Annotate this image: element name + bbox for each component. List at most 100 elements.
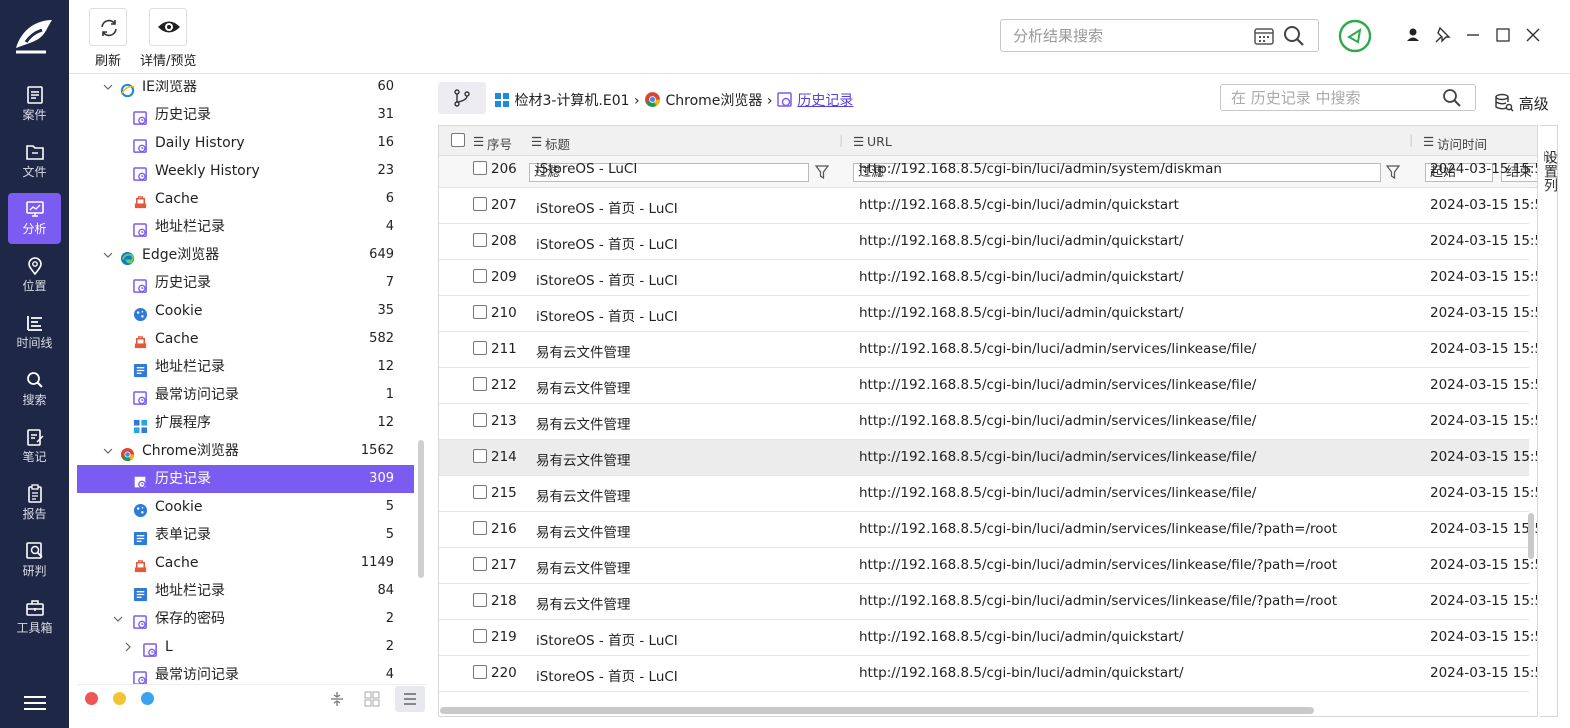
breadcrumb-current[interactable]: 历史记录 xyxy=(797,93,853,109)
column-divider[interactable]: | xyxy=(1409,132,1413,147)
chevron-down-icon[interactable] xyxy=(103,82,113,92)
table-row[interactable]: 210 iStoreOS - 首页 - LuCI http://192.168.8.… xyxy=(439,296,1537,332)
minimize-icon[interactable] xyxy=(1462,24,1484,46)
table-row[interactable]: 209 iStoreOS - 首页 - LuCI http://192.168.8.… xyxy=(439,260,1537,296)
chevron-down-icon[interactable] xyxy=(103,250,113,260)
column-divider[interactable]: | xyxy=(839,132,843,147)
tree-item[interactable]: Cookie 35 xyxy=(77,297,414,325)
nav-item-note[interactable]: 笔记 xyxy=(8,421,61,472)
tree-item[interactable]: 表单记录 5 xyxy=(77,521,414,549)
nav-item-research[interactable]: 研判 xyxy=(8,535,61,586)
close-icon[interactable] xyxy=(1522,24,1544,46)
nav-item-timeline[interactable]: 时间线 xyxy=(8,307,61,358)
nav-item-analysis[interactable]: 分析 xyxy=(8,193,61,244)
table-row[interactable]: 219 iStoreOS - 首页 - LuCI http://192.168.8.… xyxy=(439,620,1537,656)
table-row[interactable]: 207 iStoreOS - 首页 - LuCI http://192.168.8.… xyxy=(439,188,1537,224)
search-icon[interactable] xyxy=(1283,25,1305,47)
column-menu-icon[interactable]: ☰ xyxy=(853,134,864,149)
nav-item-case[interactable]: 案件 xyxy=(8,79,61,130)
column-menu-icon[interactable]: ☰ xyxy=(1423,134,1434,149)
collapse-all-icon[interactable] xyxy=(327,689,347,709)
history-search-input[interactable] xyxy=(1220,84,1476,111)
table-row[interactable]: 213 易有云文件管理 http://192.168.8.5/cgi-bin/luc… xyxy=(439,404,1537,440)
table-row[interactable]: 217 易有云文件管理 http://192.168.8.5/cgi-bin/luc… xyxy=(439,548,1537,584)
table-row[interactable]: 206 iStoreOS - LuCI http://192.168.8.5/cgi… xyxy=(439,152,1537,188)
details-preview-button[interactable]: 详情/预览 xyxy=(140,8,196,69)
menu-icon[interactable] xyxy=(24,694,46,712)
search-icon[interactable] xyxy=(1442,88,1462,108)
row-checkbox[interactable] xyxy=(473,305,487,319)
row-checkbox[interactable] xyxy=(473,521,487,535)
tree-item[interactable]: 历史记录 31 xyxy=(77,101,414,129)
tree-item[interactable]: 历史记录 309 xyxy=(77,465,414,493)
advanced-search-button[interactable]: 高级 xyxy=(1494,89,1549,114)
tree-item[interactable]: Edge浏览器 649 xyxy=(77,241,414,269)
settings-columns-label[interactable]: 设置列 xyxy=(1541,150,1558,197)
table-row[interactable]: 214 易有云文件管理 http://192.168.8.5/cgi-bin/luc… xyxy=(439,440,1537,476)
column-header-seq[interactable]: 序号 xyxy=(487,134,512,153)
tree-item[interactable]: Cache 582 xyxy=(77,325,414,353)
maximize-icon[interactable] xyxy=(1492,24,1514,46)
row-checkbox[interactable] xyxy=(473,233,487,247)
tree-item[interactable]: 扩展程序 12 xyxy=(77,409,414,437)
row-checkbox[interactable] xyxy=(473,269,487,283)
red-tag-dot[interactable] xyxy=(85,692,98,705)
tree-item[interactable]: 地址栏记录 4 xyxy=(77,213,414,241)
column-header-time[interactable]: 访问时间 xyxy=(1437,134,1487,153)
nav-item-toolbox[interactable]: 工具箱 xyxy=(8,592,61,643)
table-row[interactable]: 218 易有云文件管理 http://192.168.8.5/cgi-bin/luc… xyxy=(439,584,1537,620)
tree-item[interactable]: 历史记录 7 xyxy=(77,269,414,297)
tree-item[interactable]: Weekly History 23 xyxy=(77,157,414,185)
row-checkbox[interactable] xyxy=(473,377,487,391)
row-checkbox[interactable] xyxy=(473,197,487,211)
nav-item-search[interactable]: 搜索 xyxy=(8,364,61,415)
table-row[interactable]: 216 易有云文件管理 http://192.168.8.5/cgi-bin/luc… xyxy=(439,512,1537,548)
row-checkbox[interactable] xyxy=(473,485,487,499)
tree-scrollbar[interactable] xyxy=(418,440,424,578)
tree-item[interactable]: Chrome浏览器 1562 xyxy=(77,437,414,465)
grid-view-icon[interactable] xyxy=(362,689,382,709)
table-row[interactable]: 220 iStoreOS - 首页 - LuCI http://192.168.8.… xyxy=(439,656,1537,692)
row-checkbox[interactable] xyxy=(473,449,487,463)
column-header-title[interactable]: 标题 xyxy=(545,134,570,153)
tree-toggle-button[interactable] xyxy=(438,82,486,114)
chevron-right-icon[interactable] xyxy=(123,642,133,652)
column-header-url[interactable]: URL xyxy=(867,134,892,149)
row-checkbox[interactable] xyxy=(473,593,487,607)
nav-item-location-pin[interactable]: 位置 xyxy=(8,250,61,301)
tree-item[interactable]: 最常访问记录 1 xyxy=(77,381,414,409)
column-menu-icon[interactable]: ☰ xyxy=(473,134,484,149)
table-horizontal-scrollbar[interactable] xyxy=(440,707,1314,714)
breadcrumb-browser[interactable]: Chrome浏览器 xyxy=(666,93,763,109)
tree-item[interactable]: 最常访问记录 4 xyxy=(77,661,414,684)
tree-item[interactable]: 地址栏记录 84 xyxy=(77,577,414,605)
column-menu-icon[interactable]: ☰ xyxy=(531,134,542,149)
tree-item[interactable]: L2 xyxy=(77,633,414,661)
table-row[interactable]: 211 易有云文件管理 http://192.168.8.5/cgi-bin/luc… xyxy=(439,332,1537,368)
settings-column-strip[interactable]: ||| xyxy=(1540,125,1558,717)
yellow-tag-dot[interactable] xyxy=(113,692,126,705)
table-row[interactable]: 212 易有云文件管理 http://192.168.8.5/cgi-bin/luc… xyxy=(439,368,1537,404)
select-all-checkbox[interactable] xyxy=(451,133,465,147)
tree-item[interactable]: Daily History 16 xyxy=(77,129,414,157)
calendar-icon[interactable] xyxy=(1254,26,1274,46)
chevron-down-icon[interactable] xyxy=(113,614,123,624)
nav-item-folder[interactable]: 文件 xyxy=(8,136,61,187)
tree-item[interactable]: IE浏览器 60 xyxy=(77,80,414,101)
table-vertical-scrollbar[interactable] xyxy=(1528,513,1534,559)
status-shield-icon[interactable] xyxy=(1338,19,1372,53)
table-row[interactable]: 208 iStoreOS - 首页 - LuCI http://192.168.8.… xyxy=(439,224,1537,260)
blue-tag-dot[interactable] xyxy=(141,692,154,705)
row-checkbox[interactable] xyxy=(473,557,487,571)
breadcrumb-device[interactable]: 检材3-计算机.E01 xyxy=(514,93,629,109)
user-icon[interactable] xyxy=(1402,24,1424,46)
pin-icon[interactable] xyxy=(1432,24,1454,46)
row-checkbox[interactable] xyxy=(473,341,487,355)
nav-item-report[interactable]: 报告 xyxy=(8,478,61,529)
row-checkbox[interactable] xyxy=(473,413,487,427)
tree-item[interactable]: Cookie 5 xyxy=(77,493,414,521)
refresh-button[interactable]: 刷新 xyxy=(89,8,127,69)
row-checkbox[interactable] xyxy=(473,161,487,175)
tree-item[interactable]: 地址栏记录 12 xyxy=(77,353,414,381)
tree-item[interactable]: 保存的密码 2 xyxy=(77,605,414,633)
